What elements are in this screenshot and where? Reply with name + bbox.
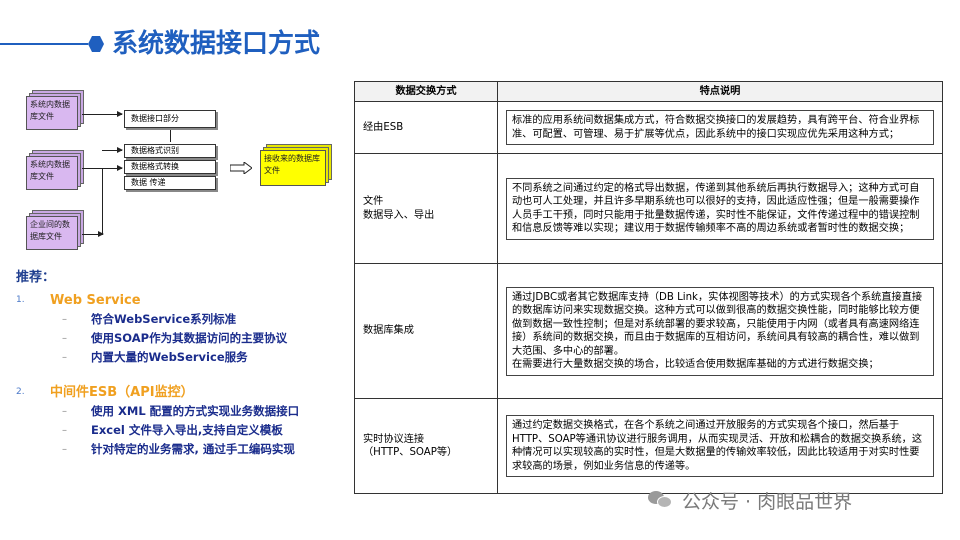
dash-bullet-icon: – [62,425,67,436]
method-cell: 实时协议连接 （HTTP、SOAP等） [354,398,498,494]
desc-text: 通过约定数据交换格式，在各个系统之间通过开放服务的方式实现各个接口，然后基于HT… [506,415,934,477]
source-doc-3: 企业间的数据库文件 [26,216,78,250]
sub-item: – 使用 XML 配置的方式实现业务数据接口 [16,402,346,421]
desc-cell: 不同系统之间通过约定的格式导出数据，传递到其他系统后再执行数据导入；这种方式可自… [497,153,943,264]
sub-item: – 内置大量的WebService服务 [16,348,346,367]
desc-text: 标准的应用系统间数据集成方式，符合数据交换接口的发展趋势，具有跨平台、符合业界标… [506,110,934,145]
sub-item: – 符合WebService系列标准 [16,310,346,329]
dash-bullet-icon: – [62,444,67,455]
recommend-heading: 推荐： [16,270,56,285]
item-label: 中间件ESB（API监控） [50,385,194,400]
item-number: 2. [16,387,25,397]
connector [82,231,104,237]
method-cell: 经由ESB [354,101,498,154]
arrow-right-icon [102,147,123,153]
desc-cell: 通过约定数据交换格式，在各个系统之间通过开放服务的方式实现各个接口，然后基于HT… [497,398,943,494]
recommendation-list: 推荐： 1. Web Service – 符合WebService系列标准 – 使用… [16,266,346,459]
sub-item-text: 使用SOAP作为其数据访问的主要协议 [91,331,288,345]
method-cell: 数据库集成 [354,263,498,399]
page-title: 系统数据接口方式 [112,29,321,59]
data-interface-diagram: 系统内数据库文件 系统内数据库文件 企业间的数据库文件 数据接口部分 数据格式识… [12,84,346,256]
desc-cell: 通过JDBC或者其它数据库支持（DB Link，实体视图等技术）的方式实现各个系… [497,263,943,399]
arrow-right-icon [230,162,252,174]
method-cell: 文件 数据导入、导出 [354,153,498,264]
watermark: 公众号 · 肉眼品世界 [648,486,852,514]
source-doc-2: 系统内数据库文件 [26,156,78,190]
target-doc: 接收来的数据库文件 [260,150,326,186]
column-header: 特点说明 [497,81,943,102]
sub-item: – 针对特定的业务需求, 通过手工编码实现 [16,440,346,459]
sub-item: – Excel 文件导入导出,支持自定义模板 [16,421,346,440]
sub-item: – 使用SOAP作为其数据访问的主要协议 [16,329,346,348]
item-number: 1. [16,295,25,305]
process-format-recognition: 数据格式识别 [124,144,216,158]
desc-text: 不同系统之间通过约定的格式导出数据，传递到其他系统后再执行数据导入；这种方式可自… [506,177,934,240]
table-row: 数据库集成 通过JDBC或者其它数据库支持（DB Link，实体视图等技术）的方… [354,263,943,399]
sub-item-text: 使用 XML 配置的方式实现业务数据接口 [91,404,300,418]
connector [102,168,103,234]
interface-box: 数据接口部分 [124,110,216,128]
hexagon-icon [88,36,104,52]
column-header: 数据交换方式 [354,81,498,102]
sub-item-text: 内置大量的WebService服务 [91,350,248,364]
process-format-conversion: 数据格式转换 [124,160,216,174]
process-transfer: 数据 传递 [124,176,216,190]
desc-cell: 标准的应用系统间数据集成方式，符合数据交换接口的发展趋势，具有跨平台、符合业界标… [497,101,943,154]
recommend-item: 2. 中间件ESB（API监控） [16,383,346,402]
dash-bullet-icon: – [62,406,67,417]
desc-text: 通过JDBC或者其它数据库支持（DB Link，实体视图等技术）的方式实现各个系… [506,286,934,376]
dash-bullet-icon: – [62,314,67,325]
table-row: 实时协议连接 （HTTP、SOAP等） 通过约定数据交换格式，在各个系统之间通过… [354,398,943,494]
table-row: 经由ESB 标准的应用系统间数据集成方式，符合数据交换接口的发展趋势，具有跨平台… [354,101,943,154]
title-bar: 系统数据接口方式 [0,26,420,62]
connector [170,130,171,142]
source-doc-1: 系统内数据库文件 [26,96,78,130]
wechat-icon [648,489,674,511]
dash-bullet-icon: – [62,352,67,363]
watermark-text: 公众号 · 肉眼品世界 [682,490,853,513]
sub-item-text: 针对特定的业务需求, 通过手工编码实现 [91,442,295,456]
table-header-row: 数据交换方式 特点说明 [354,81,943,102]
sub-item-text: 符合WebService系列标准 [91,312,237,326]
arrow-right-icon [82,111,123,117]
sub-item-text: Excel 文件导入导出,支持自定义模板 [91,423,283,437]
item-label: Web Service [50,293,141,308]
recommend-item: 1. Web Service [16,291,346,310]
dash-bullet-icon: – [62,333,67,344]
table-row: 文件 数据导入、导出 不同系统之间通过约定的格式导出数据，传递到其他系统后再执行… [354,153,943,264]
title-line [0,43,88,45]
exchange-method-table: 数据交换方式 特点说明 经由ESB 标准的应用系统间数据集成方式，符合数据交换接… [354,81,943,494]
